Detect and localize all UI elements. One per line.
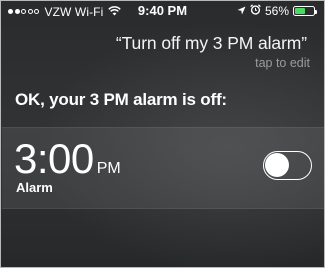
status-right: 56% <box>237 4 317 18</box>
siri-screen: VZW Wi-Fi 9:40 PM 56% “Turn off my 3 PM … <box>0 0 325 268</box>
siri-response: OK, your 3 PM alarm is off: <box>15 90 227 109</box>
alarm-time: 3:00 PM <box>14 135 121 183</box>
location-arrow-icon <box>237 4 246 18</box>
alarm-card[interactable]: 3:00 PM Alarm <box>2 127 324 209</box>
battery-icon <box>293 6 317 16</box>
toggle-knob <box>265 153 289 177</box>
alarm-toggle[interactable] <box>263 151 312 180</box>
alarm-time-ampm: PM <box>96 160 121 177</box>
battery-percentage: 56% <box>264 4 289 18</box>
alarm-time-digits: 3:00 <box>14 135 94 182</box>
siri-query[interactable]: “Turn off my 3 PM alarm” <box>116 33 307 54</box>
tap-to-edit-link[interactable]: tap to edit <box>255 56 310 70</box>
status-bar: VZW Wi-Fi 9:40 PM 56% <box>1 1 324 21</box>
battery-fill <box>295 8 306 14</box>
alarm-label: Alarm <box>16 180 53 195</box>
alarm-clock-icon <box>250 4 261 18</box>
